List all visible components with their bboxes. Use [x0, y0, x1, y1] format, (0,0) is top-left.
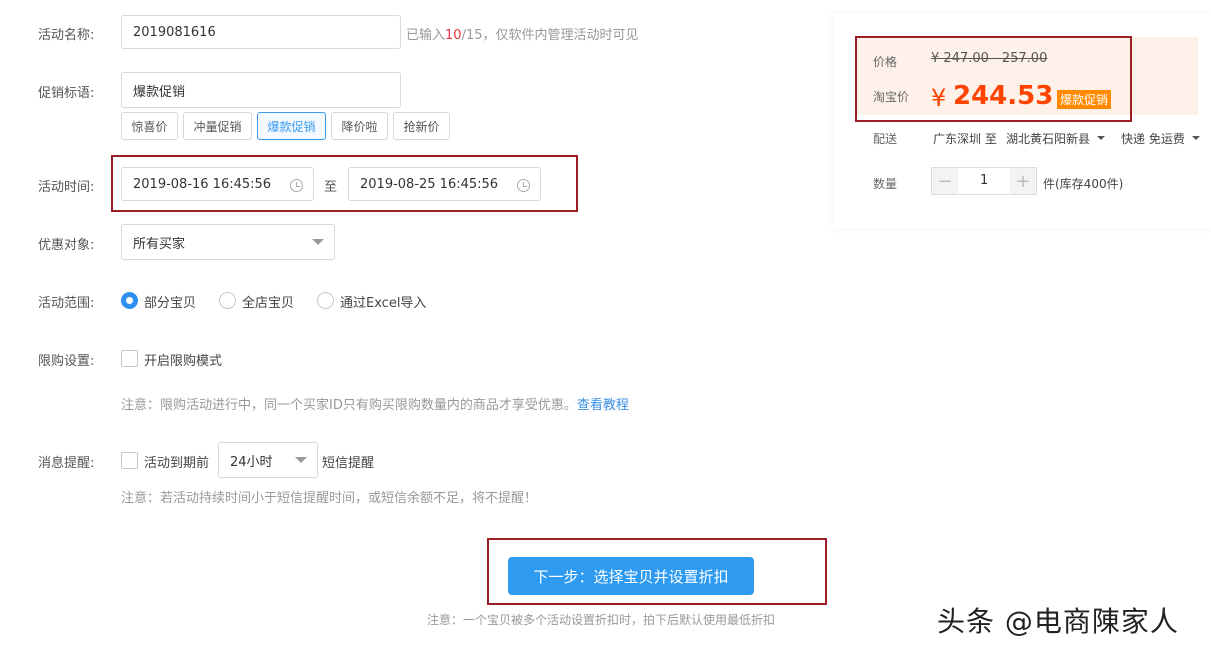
hint-prefix: 已输入: [406, 28, 446, 43]
scope-option-all[interactable]: 全店宝贝: [242, 292, 294, 311]
target-label: 优惠对象:: [38, 238, 95, 253]
slogan-value: 爆款促销: [133, 84, 186, 100]
scope-option-partial[interactable]: 部分宝贝: [144, 292, 196, 311]
tutorial-link[interactable]: 查看教程: [577, 398, 629, 413]
limit-note-text: 注意：限购活动进行中，同一个买家ID只有购买限购数量内的商品才享受优惠。: [121, 398, 577, 413]
remind-checkbox-label[interactable]: 活动到期前: [144, 452, 209, 471]
remind-label: 消息提醒:: [38, 456, 95, 471]
shipping-label: 配送: [873, 132, 898, 146]
activity-name-value: 2019081616: [133, 24, 216, 40]
next-step-button[interactable]: 下一步：选择宝贝并设置折扣: [508, 557, 754, 595]
limit-checkbox-label[interactable]: 开启限购模式: [144, 350, 222, 369]
chevron-down-icon: [295, 457, 307, 463]
chevron-down-icon: [1192, 136, 1200, 140]
scope-radio-partial[interactable]: [121, 292, 138, 309]
remind-suffix: 短信提醒: [322, 456, 375, 471]
name-label: 活动名称:: [38, 28, 95, 43]
plus-icon[interactable]: +: [1010, 168, 1036, 194]
slogan-tag-surprise[interactable]: 惊喜价: [121, 112, 178, 140]
scope-option-excel[interactable]: 通过Excel导入: [340, 292, 426, 311]
slogan-tag-pricedrop[interactable]: 降价啦: [331, 112, 388, 140]
name-char-count-hint: 已输入10/15，仅软件内管理活动时可见: [406, 24, 639, 43]
quantity-value[interactable]: 1: [980, 173, 988, 188]
activity-name-input[interactable]: 2019081616: [121, 15, 401, 49]
slogan-label: 促销标语:: [38, 86, 95, 101]
stock-text: 件(库存400件): [1043, 177, 1124, 191]
slogan-tag-hot[interactable]: 爆款促销: [257, 112, 326, 140]
minus-icon[interactable]: −: [932, 168, 958, 194]
ship-from: 广东深圳 至: [933, 132, 997, 146]
remind-note: 注意：若活动持续时间小于短信提醒时间，或短信余额不足，将不提醒！: [121, 491, 538, 506]
slogan-input[interactable]: 爆款促销: [121, 72, 401, 108]
remind-time-value: 24小时: [230, 454, 273, 470]
ship-method-select[interactable]: 快递 免运费: [1121, 130, 1185, 147]
quantity-label: 数量: [873, 177, 898, 191]
chevron-down-icon: [1097, 136, 1105, 140]
slogan-tag-newprice[interactable]: 抢新价: [393, 112, 450, 140]
time-label: 活动时间:: [38, 180, 95, 195]
watermark: 头条 @电商陳家人: [937, 605, 1179, 638]
target-select-value: 所有买家: [133, 236, 186, 252]
target-select[interactable]: 所有买家: [121, 224, 335, 260]
remind-time-select[interactable]: 24小时: [218, 442, 318, 478]
scope-label: 活动范围:: [38, 296, 95, 311]
highlight-box-price: [855, 36, 1132, 122]
remind-checkbox[interactable]: [121, 452, 138, 469]
hint-count: 10: [445, 28, 462, 43]
chevron-down-icon: [312, 239, 324, 245]
limit-label: 限购设置:: [38, 354, 95, 369]
highlight-box-time: [111, 155, 578, 212]
limit-checkbox[interactable]: [121, 350, 138, 367]
hint-suffix: /15，仅软件内管理活动时可见: [461, 28, 639, 43]
limit-note: 注意：限购活动进行中，同一个买家ID只有购买限购数量内的商品才享受优惠。查看教程: [121, 394, 629, 413]
ship-to-select[interactable]: 湖北黄石阳新县: [1006, 130, 1090, 147]
scope-radio-excel[interactable]: [317, 292, 334, 309]
quantity-stepper: − 1 +: [931, 167, 1037, 195]
bottom-note: 注意：一个宝贝被多个活动设置折扣时，拍下后默认使用最低折扣: [427, 613, 776, 627]
slogan-tag-volume[interactable]: 冲量促销: [183, 112, 252, 140]
scope-radio-all[interactable]: [219, 292, 236, 309]
